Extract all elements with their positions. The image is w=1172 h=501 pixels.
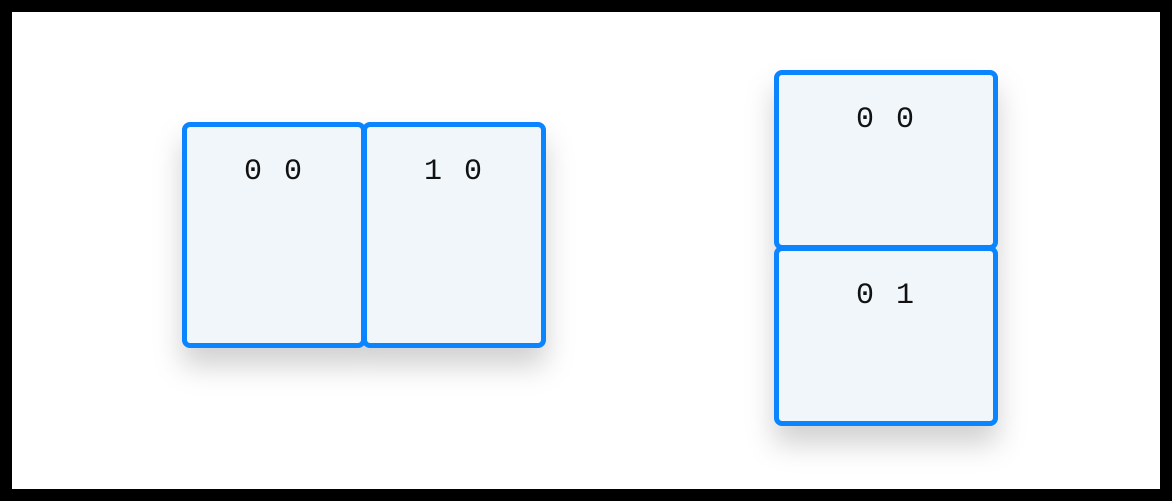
grid-cell: 1 0 (362, 122, 546, 348)
group-vertical: 0 0 0 1 (774, 70, 998, 426)
grid-cell: 0 0 (774, 70, 998, 250)
cell-label: 0 1 (856, 279, 916, 313)
cell-label: 0 0 (856, 103, 916, 137)
grid-cell: 0 0 (182, 122, 366, 348)
group-horizontal: 0 0 1 0 (182, 122, 546, 348)
diagram-canvas: 0 0 1 0 0 0 0 1 (12, 12, 1160, 489)
grid-cell: 0 1 (774, 246, 998, 426)
cell-label: 0 0 (244, 155, 304, 189)
cell-label: 1 0 (424, 155, 484, 189)
